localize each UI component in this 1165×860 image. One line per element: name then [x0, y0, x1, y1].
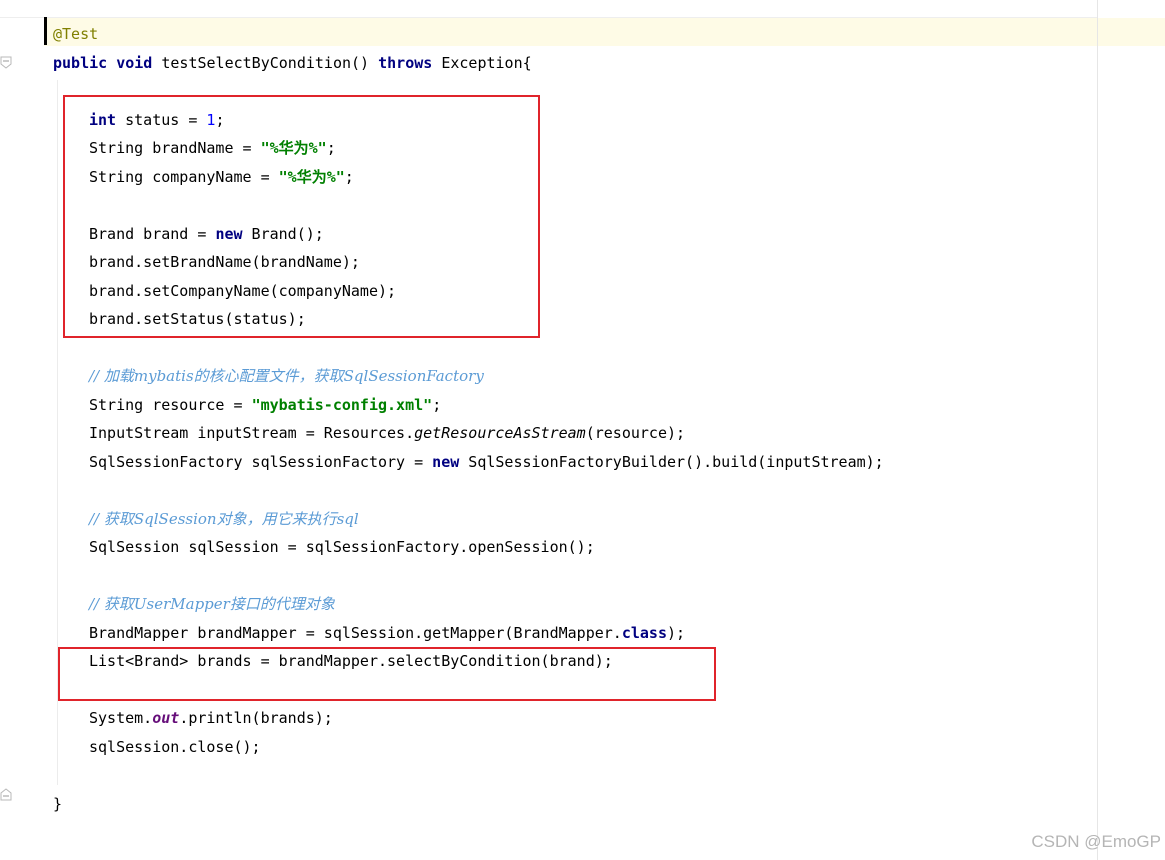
code-line[interactable]: System.out.println(brands); — [89, 706, 333, 730]
right-margin-guide — [1097, 0, 1098, 860]
code-line[interactable]: SqlSession sqlSession = sqlSessionFactor… — [89, 535, 595, 559]
code-line[interactable]: sqlSession.close(); — [89, 735, 261, 759]
code-line[interactable]: } — [53, 792, 62, 816]
code-line[interactable]: String resource = "mybatis-config.xml"; — [89, 393, 441, 417]
code-token: out — [152, 709, 180, 727]
code-token: (resource); — [585, 424, 686, 442]
code-token: testSelectByCondition() — [152, 53, 379, 72]
code-line[interactable]: BrandMapper brandMapper = sqlSession.get… — [89, 621, 685, 645]
code-token: System. — [89, 709, 153, 727]
fold-end-icon[interactable] — [0, 788, 13, 801]
code-token: Exception{ — [432, 53, 532, 72]
code-token: // 获取SqlSession对象，用它来执行sql — [89, 509, 359, 528]
code-token: } — [53, 794, 63, 813]
code-line[interactable]: // 获取UserMapper接口的代理对象 — [89, 592, 335, 616]
code-line[interactable]: @Test — [53, 22, 98, 46]
code-token: BrandMapper brandMapper = sqlSession.get… — [89, 623, 622, 642]
code-token: "mybatis-config.xml" — [251, 395, 433, 414]
code-line[interactable]: // 获取SqlSession对象，用它来执行sql — [89, 507, 359, 531]
highlight-box-select-call — [58, 647, 716, 701]
code-line[interactable]: InputStream inputStream = Resources.getR… — [89, 421, 685, 445]
code-token: // 加载mybatis的核心配置文件，获取SqlSessionFactory — [89, 367, 484, 385]
code-token: SqlSessionFactory sqlSessionFactory = — [89, 452, 433, 471]
code-token: SqlSessionFactoryBuilder().build(inputSt… — [459, 452, 884, 471]
code-token: @Test — [53, 25, 99, 43]
code-token: class — [621, 623, 667, 642]
code-token: SqlSession sqlSession = sqlSessionFactor… — [89, 538, 595, 556]
code-token: InputStream inputStream = Resources. — [89, 424, 415, 442]
code-token: // 获取UserMapper接口的代理对象 — [89, 595, 335, 613]
text-caret — [44, 17, 47, 45]
code-token: ); — [666, 623, 686, 642]
code-token: void — [116, 53, 153, 72]
code-token: ; — [432, 395, 442, 414]
code-line[interactable]: SqlSessionFactory sqlSessionFactory = ne… — [89, 450, 884, 474]
code-token: public — [53, 53, 108, 72]
fold-toggle-icon[interactable] — [0, 56, 13, 69]
code-token: throws — [378, 53, 433, 72]
code-token: sqlSession.close(); — [89, 737, 261, 756]
code-token: new — [432, 452, 460, 471]
editor-gutter — [0, 0, 44, 860]
highlight-box-setup — [63, 95, 540, 338]
watermark: CSDN @EmoGP — [1031, 832, 1161, 851]
code-line[interactable]: // 加载mybatis的核心配置文件，获取SqlSessionFactory — [89, 364, 484, 388]
code-token: .println(brands); — [179, 709, 333, 727]
code-line[interactable]: public void testSelectByCondition() thro… — [53, 51, 532, 75]
code-token: getResourceAsStream — [414, 424, 586, 442]
current-line-highlight — [44, 18, 1165, 46]
top-divider — [0, 17, 1097, 18]
code-token: String resource = — [89, 395, 252, 414]
